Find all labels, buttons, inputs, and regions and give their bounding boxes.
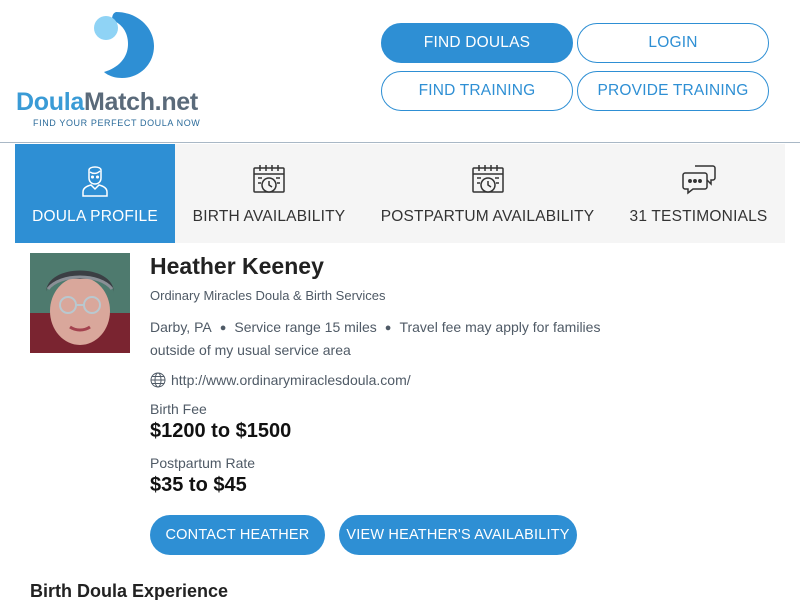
doula-name: Heather Keeney xyxy=(150,253,324,279)
globe-icon xyxy=(150,372,166,388)
find-doulas-button[interactable]: FIND DOULAS xyxy=(381,23,573,63)
tab-label: BIRTH AVAILABILITY xyxy=(192,208,346,225)
location-text: Darby, PA xyxy=(150,319,212,335)
chat-bubbles-icon xyxy=(681,165,716,195)
tab-testimonials[interactable]: 31 TESTIMONIALS xyxy=(612,144,785,243)
tab-label: POSTPARTUM AVAILABILITY xyxy=(380,208,595,225)
logo-word-doula: Doula xyxy=(16,88,84,116)
website-url[interactable]: http://www.ordinarymiraclesdoula.com/ xyxy=(171,372,411,388)
separator-dot: ● xyxy=(384,322,392,334)
calendar-clock-icon xyxy=(471,165,504,193)
logo-wordmark: DoulaMatch.net xyxy=(16,88,198,117)
site-logo[interactable]: DoulaMatch.net FIND YOUR PERFECT DOULA N… xyxy=(16,10,226,132)
contact-heather-button[interactable]: CONTACT HEATHER xyxy=(150,515,325,555)
tab-doula-profile[interactable]: DOULA PROFILE xyxy=(15,144,175,243)
tab-postpartum-availability[interactable]: POSTPARTUM AVAILABILITY xyxy=(363,144,612,243)
logo-word-match: Match.net xyxy=(83,88,198,116)
calendar-clock-icon xyxy=(253,165,285,193)
separator-dot: ● xyxy=(219,322,227,334)
login-button[interactable]: LOGIN xyxy=(577,23,769,63)
profile-tabs: DOULA PROFILE BIRTH AVAILABILITY POSTPAR… xyxy=(15,144,785,243)
tab-birth-availability[interactable]: BIRTH AVAILABILITY xyxy=(175,144,363,243)
logo-drop-icon xyxy=(94,12,154,78)
travel-fee-text-cont: outside of my usual service area xyxy=(150,342,351,358)
birth-fee-value: $1200 to $1500 xyxy=(150,420,292,442)
doula-portrait-image xyxy=(30,253,130,353)
service-range-text: Service range 15 miles xyxy=(234,319,377,335)
provide-training-button[interactable]: PROVIDE TRAINING xyxy=(577,71,769,111)
birth-fee-label: Birth Fee xyxy=(150,401,207,417)
travel-fee-text: Travel fee may apply for families xyxy=(399,319,601,335)
logo-tagline: FIND YOUR PERFECT DOULA NOW xyxy=(33,118,201,128)
birth-experience-heading: Birth Doula Experience xyxy=(30,581,229,600)
tab-label: DOULA PROFILE xyxy=(32,208,158,225)
doula-photo xyxy=(30,253,130,353)
business-name: Ordinary Miracles Doula & Birth Services xyxy=(150,288,386,303)
website-link[interactable]: http://www.ordinarymiraclesdoula.com/ xyxy=(150,372,411,388)
doula-meta: Darby, PA ● Service range 15 miles ● Travel … xyxy=(150,316,640,361)
view-availability-button[interactable]: VIEW HEATHER'S AVAILABILITY xyxy=(339,515,577,555)
doula-person-icon xyxy=(82,166,108,197)
postpartum-rate-label: Postpartum Rate xyxy=(150,455,256,471)
tab-label: 31 TESTIMONIALS xyxy=(629,208,768,225)
site-header: DoulaMatch.net FIND YOUR PERFECT DOULA N… xyxy=(0,0,800,143)
postpartum-rate-value: $35 to $45 xyxy=(150,474,247,496)
find-training-button[interactable]: FIND TRAINING xyxy=(381,71,573,111)
